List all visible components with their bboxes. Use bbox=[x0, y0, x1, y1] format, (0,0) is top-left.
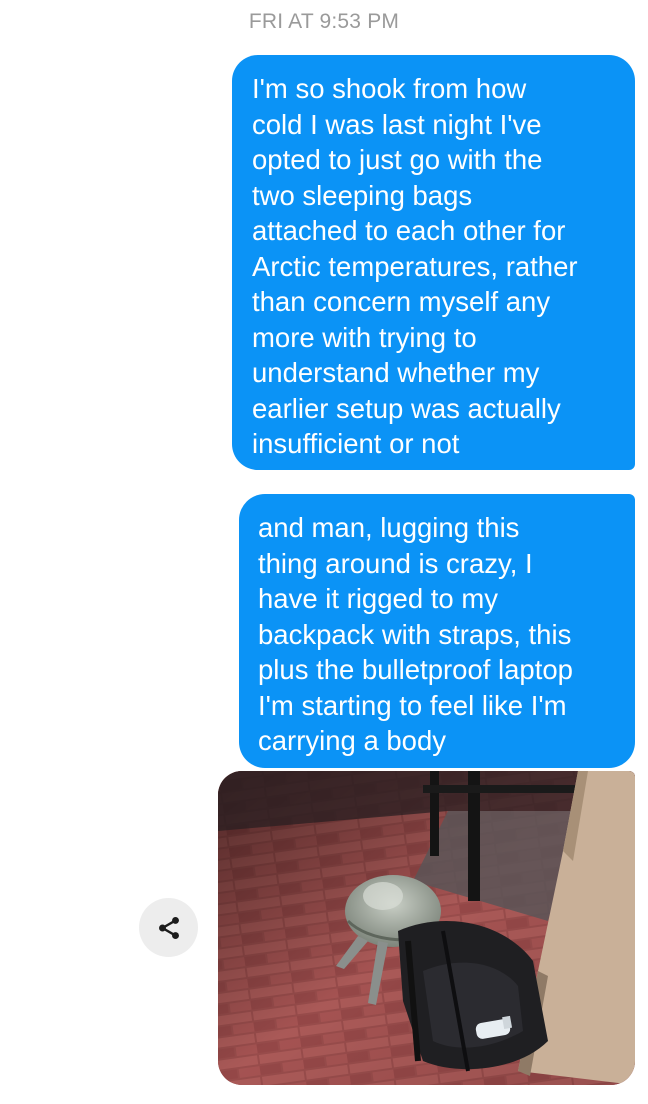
message-text-line: more with trying to bbox=[252, 321, 477, 353]
message-timestamp: FRI AT 9:53 PM bbox=[248, 10, 400, 33]
message-text-line: plus the bulletproof laptop bbox=[258, 654, 573, 685]
attached-photo[interactable] bbox=[218, 771, 635, 1085]
message-text-line: attached to each other for bbox=[252, 215, 566, 246]
message-text-line: earlier setup was actually bbox=[252, 392, 561, 424]
message-text-line: opted to just go with the bbox=[252, 144, 543, 175]
share-icon bbox=[158, 916, 179, 939]
message-text-line: cold I was last night I've bbox=[252, 108, 542, 140]
sent-message-bubble[interactable]: and man, lugging this thing around is cr… bbox=[239, 494, 635, 768]
photo-image bbox=[218, 771, 635, 1085]
message-text-line: carrying a body bbox=[258, 725, 447, 756]
message-text-line: Arctic temperatures, rather bbox=[252, 250, 578, 282]
message-text-line: than concern myself any bbox=[252, 286, 551, 317]
message-text-line: two sleeping bags bbox=[252, 179, 473, 211]
message-text-line: thing around is crazy, I bbox=[258, 547, 533, 579]
message-text-line: I'm so shook from how bbox=[252, 73, 527, 104]
share-button[interactable] bbox=[139, 898, 198, 957]
message-text-line: backpack with straps, this bbox=[258, 618, 572, 650]
message-text-line: I'm starting to feel like I'm bbox=[258, 689, 567, 721]
sent-message-bubble[interactable]: I'm so shook from how cold I was last ni… bbox=[232, 55, 635, 470]
message-text-line: and man, lugging this bbox=[258, 512, 520, 543]
message-text-line: have it rigged to my bbox=[258, 583, 498, 614]
message-text-line: understand whether my bbox=[252, 357, 540, 388]
message-text-line: insufficient or not bbox=[252, 428, 460, 459]
